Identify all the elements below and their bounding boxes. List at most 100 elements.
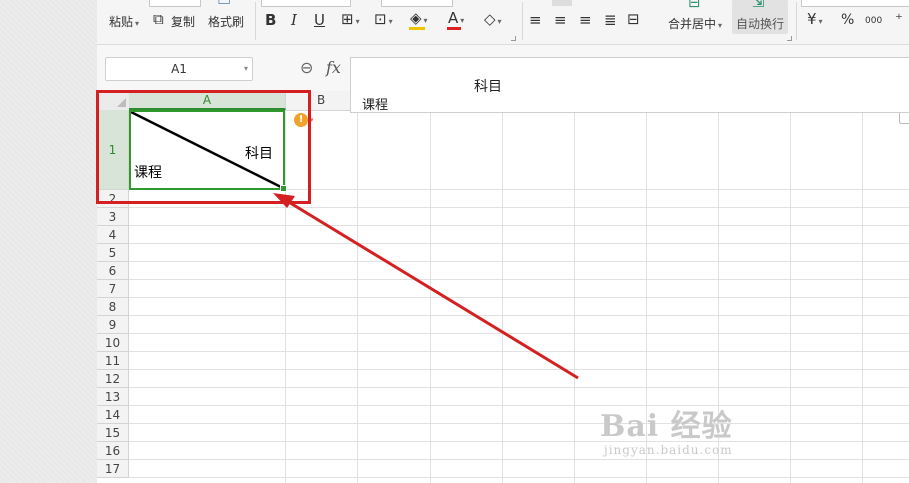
zoom-icon[interactable]: ⊖ <box>300 58 313 77</box>
distributed-align-icon[interactable]: ⊟ <box>627 11 640 27</box>
column-header-b[interactable]: B <box>286 91 358 110</box>
column-gridline <box>718 110 719 483</box>
row-gridline <box>129 315 909 316</box>
merge-center-button[interactable]: 合并居中 ▾ <box>668 15 722 32</box>
cell-style-icon[interactable]: ⊡ ▾ <box>374 11 393 30</box>
page-background-margin <box>0 0 97 483</box>
row-gridline <box>129 405 909 406</box>
auto-wrap-label: 自动换行 <box>736 17 785 31</box>
align-left-icon[interactable]: ≡ <box>529 12 542 28</box>
row-header-14[interactable]: 14 <box>97 406 129 424</box>
font-group-launcher[interactable] <box>511 36 516 41</box>
merge-center-icon[interactable]: ⊟ <box>688 0 701 10</box>
row-header-1[interactable]: 1 <box>97 110 129 190</box>
format-painter-icon[interactable]: ▭ <box>217 0 231 8</box>
auto-wrap-button[interactable]: ⇲ 自动换行 <box>732 0 788 34</box>
justify-icon[interactable]: ≣ <box>604 12 617 28</box>
font-name-dropdown-stub[interactable] <box>261 0 351 7</box>
ribbon-divider <box>522 2 523 40</box>
align-center-icon[interactable]: ≡ <box>554 12 567 28</box>
fill-color-swatch <box>409 27 425 30</box>
fill-handle[interactable] <box>280 185 287 192</box>
format-painter-button[interactable]: 格式刷 <box>208 13 244 30</box>
column-gridline <box>790 110 791 483</box>
warning-icon[interactable]: ! <box>294 113 308 127</box>
row-gridline <box>129 279 909 280</box>
row-header-9[interactable]: 9 <box>97 316 129 334</box>
cell-a1-bottom-text: 课程 <box>134 165 162 181</box>
column-gridline <box>430 110 431 483</box>
font-size-dropdown-stub[interactable] <box>381 0 453 7</box>
formula-line-1: 科目 <box>474 79 502 95</box>
copy-icon[interactable]: ⧉ <box>153 11 164 27</box>
row-header-10[interactable]: 10 <box>97 334 129 352</box>
align-right-icon[interactable]: ≡ <box>579 12 592 28</box>
formula-line-2: 课程 <box>362 98 389 113</box>
active-align-stub <box>552 0 572 6</box>
font-color-swatch <box>447 27 461 30</box>
row-header-5[interactable]: 5 <box>97 244 129 262</box>
row-header-2[interactable]: 2 <box>97 190 129 208</box>
column-gridline <box>646 110 647 483</box>
row-header-4[interactable]: 4 <box>97 226 129 244</box>
row-header-7[interactable]: 7 <box>97 280 129 298</box>
chevron-down-icon[interactable]: ▾ <box>244 58 248 80</box>
sheet-grid[interactable]: A B 1 2 3 4 5 6 7 8 9 10 11 12 13 14 15 16 17 科目 课程 ! ▾ <box>97 91 909 483</box>
row-gridline <box>129 441 909 442</box>
paste-button[interactable]: 粘贴 ▾ <box>109 13 139 30</box>
number-format-dropdown-stub[interactable] <box>801 0 909 7</box>
row-gridline <box>129 477 909 478</box>
column-header-a[interactable]: A <box>129 91 286 110</box>
eraser-icon[interactable]: ◇ ▾ <box>484 11 502 30</box>
row-gridline <box>129 387 909 388</box>
row-gridline <box>129 243 909 244</box>
row-gridline <box>129 207 909 208</box>
name-box[interactable]: A1 ▾ <box>105 57 253 81</box>
column-gridline <box>285 110 286 483</box>
ribbon-divider <box>796 2 797 40</box>
row-gridline <box>129 459 909 460</box>
percent-button[interactable]: % <box>841 12 854 28</box>
thousands-separator-button[interactable]: 000 <box>865 13 882 29</box>
row-header-13[interactable]: 13 <box>97 388 129 406</box>
column-gridline <box>502 110 503 483</box>
bold-button[interactable]: B <box>265 12 276 28</box>
row-header-3[interactable]: 3 <box>97 208 129 226</box>
formula-input[interactable]: 科目 课程 <box>350 57 909 113</box>
decimal-icon[interactable]: ⁺ <box>895 11 903 27</box>
italic-button[interactable]: I <box>291 12 297 28</box>
row-header-11[interactable]: 11 <box>97 352 129 370</box>
cell-a1[interactable]: 科目 课程 <box>129 110 287 192</box>
spreadsheet-app: 粘贴 ▾ ⧉ 复制 ▭ 格式刷 B I U ⊞ ▾ ⊡ ▾ ◈ ▾ A ▾ ◇ ▾ ≡ ≡ … <box>96 0 909 483</box>
border-icon[interactable]: ⊞ ▾ <box>341 11 360 30</box>
column-gridline <box>862 110 863 483</box>
alignment-group-launcher[interactable] <box>787 36 792 41</box>
cell-a1-top-text: 科目 <box>245 146 273 162</box>
select-all-corner[interactable] <box>97 91 130 110</box>
ribbon-divider <box>255 2 256 40</box>
row-gridline <box>129 351 909 352</box>
ribbon-toolbar: 粘贴 ▾ ⧉ 复制 ▭ 格式刷 B I U ⊞ ▾ ⊡ ▾ ◈ ▾ A ▾ ◇ ▾ ≡ ≡ … <box>97 0 909 45</box>
row-gridline <box>129 297 909 298</box>
warning-caret-icon[interactable]: ▾ <box>310 116 314 124</box>
column-gridline <box>574 110 575 483</box>
column-gridline <box>357 110 358 483</box>
function-button[interactable]: fx <box>326 58 341 77</box>
copy-button[interactable]: 复制 <box>171 13 195 30</box>
name-box-value: A1 <box>171 62 187 76</box>
row-gridline <box>129 369 909 370</box>
row-header-16[interactable]: 16 <box>97 442 129 460</box>
wrap-icon: ⇲ <box>752 0 765 11</box>
row-header-6[interactable]: 6 <box>97 262 129 280</box>
row-header-8[interactable]: 8 <box>97 298 129 316</box>
row-gridline <box>129 261 909 262</box>
row-header-17[interactable]: 17 <box>97 460 129 478</box>
row-gridline <box>129 225 909 226</box>
row-gridline <box>129 333 909 334</box>
row-gridline <box>129 423 909 424</box>
currency-button[interactable]: ¥ ▾ <box>807 11 823 30</box>
font-name-box-stub <box>149 0 201 7</box>
row-header-12[interactable]: 12 <box>97 370 129 388</box>
underline-button[interactable]: U <box>314 12 325 28</box>
row-header-15[interactable]: 15 <box>97 424 129 442</box>
